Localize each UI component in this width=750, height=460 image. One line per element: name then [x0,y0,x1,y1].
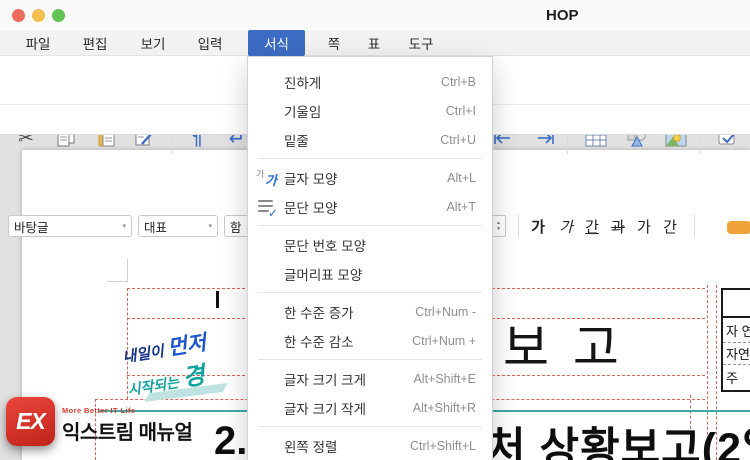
brand-logo-icon: EX [6,397,55,446]
menu-item-label: 왼쪽 정렬 [284,439,338,455]
menu-item-label: 문단 모양 [284,200,338,216]
chevron-down-icon: ▾ [208,223,212,230]
font-size-stepper[interactable]: ▲ ▼ [491,215,506,237]
menu-table[interactable]: 표 [362,30,386,56]
menu-item-label: 글자 모양 [284,171,338,187]
menu-item-shortcut: Alt+L [447,170,476,185]
menu-item-bullet-shape[interactable]: 글머리표 모양 [248,259,492,288]
menu-item-label: 한 수준 증가 [284,305,354,321]
menu-item-shortcut: Alt+T [446,199,476,214]
menu-separator [258,225,482,226]
style-preset-value: 바탕글 [14,220,49,235]
char-shape-icon: 가 가 [256,168,277,188]
menu-item-shortcut: Ctrl+Num - [415,304,476,319]
menu-item-label: 진하게 [284,75,322,91]
zoom-window-button[interactable] [52,9,65,22]
menu-item-label: 글머리표 모양 [284,267,363,283]
font-name-value: 함 [230,220,242,235]
outline-preset-value: 대표 [144,220,168,235]
close-window-button[interactable] [12,9,25,22]
table-row: 주 [726,371,738,386]
para-shape-icon: ✓ [256,196,278,220]
underline-button[interactable]: 간 [580,215,604,237]
menu-item-font-size-down[interactable]: 글자 크기 작게 Alt+Shift+R [248,393,492,422]
menu-item-para-shape[interactable]: ✓ 문단 모양 Alt+T [248,192,492,221]
banner-text: 경 [180,361,207,393]
site-watermark: EX More Better IT Life 익스트림 매뉴얼 [6,397,193,446]
menu-format[interactable]: 서식 [248,30,305,56]
menu-item-label: 문단 번호 모양 [284,238,367,254]
menu-file[interactable]: 파일 [19,30,57,56]
menu-item-italic[interactable]: 기울임 Ctrl+I [248,96,492,125]
margin-corner-mark [127,259,128,282]
minimize-window-button[interactable] [32,9,45,22]
menu-separator [258,359,482,360]
document-side-table[interactable]: 자 연 자연 주 [721,288,750,392]
menu-view[interactable]: 보기 [134,30,172,56]
menu-edit[interactable]: 편집 [76,30,114,56]
menu-item-increase-level[interactable]: 한 수준 증가 Ctrl+Num - [248,297,492,326]
menu-item-decrease-level[interactable]: 한 수준 감소 Ctrl+Num + [248,326,492,355]
document-heading-text: 처 상황보고(2일 [486,425,750,460]
table-row [723,290,750,318]
window-title: HOP [546,7,579,24]
menu-item-align-left[interactable]: 왼쪽 정렬 Ctrl+Shift+L [248,431,492,460]
title-bar: HOP [0,0,750,30]
menu-item-shortcut: Ctrl+U [440,132,476,147]
italic-button[interactable]: 가 [554,215,578,237]
banner-text: 시작되는 [126,373,180,398]
menu-item-bold[interactable]: 진하게 Ctrl+B [248,67,492,96]
strikethrough-button[interactable]: 과 [606,215,630,237]
menu-item-underline[interactable]: 밑줄 Ctrl+U [248,125,492,154]
menu-item-shortcut: Alt+Shift+E [413,371,476,386]
bold-button[interactable]: 가 [526,215,550,237]
menu-item-shortcut: Ctrl+B [440,74,476,89]
char-spacing-button[interactable]: 간 [658,215,682,237]
menu-separator [258,292,482,293]
menu-item-shortcut: Ctrl+Shift+L [409,438,476,453]
menu-separator [258,426,482,427]
menu-item-shortcut: Ctrl+Num + [412,333,476,348]
style-preset-combobox[interactable]: 바탕글 ▾ [8,215,132,237]
menu-item-label: 기울임 [284,104,322,120]
menu-input[interactable]: 입력 [191,30,229,56]
toolbar-separator [518,215,519,237]
outline-preset-combobox[interactable]: 대표 ▾ [138,215,218,237]
table-row: 자 연 [723,318,750,343]
brand-name: 익스트림 매뉴얼 [62,422,193,444]
highlight-color-button[interactable] [727,221,750,234]
menu-item-para-number-shape[interactable]: 문단 번호 모양 [248,230,492,259]
menu-item-label: 글자 크기 작게 [284,401,367,417]
menu-item-label: 글자 크기 크게 [284,372,367,388]
document-title-text: 보 고 [503,320,624,376]
menu-item-label: 한 수준 감소 [284,334,354,350]
margin-corner-mark [107,281,128,282]
chevron-down-icon: ▾ [122,223,126,230]
menu-tools[interactable]: 도구 [402,30,440,56]
menu-item-label: 밑줄 [284,133,309,149]
text-color-button[interactable]: 가 [632,215,656,237]
document-heading-number: 2. [214,419,248,460]
menu-page[interactable]: 쪽 [320,30,348,56]
menu-item-char-shape[interactable]: 가 가 글자 모양 Alt+L [248,163,492,192]
toolbar-separator [694,215,695,237]
spin-down-icon: ▼ [496,226,501,232]
app-window: 내일이 먼저 시작되는 경 보 고 2. 처 상황보고(2일 자 연 자연 주 … [0,0,750,460]
menu-separator [258,158,482,159]
menu-bar: 파일 편집 보기 입력 서식 쪽 표 도구 [0,30,750,56]
menu-item-shortcut: Ctrl+I [445,103,476,118]
menu-item-font-size-up[interactable]: 글자 크기 크게 Alt+Shift+E [248,364,492,393]
format-dropdown-menu: 진하게 Ctrl+B 기울임 Ctrl+I 밑줄 Ctrl+U 가 가 글자 모… [247,56,493,460]
table-row: 자연 [723,343,750,365]
brand-tagline: More Better IT Life [62,406,136,415]
text-cursor [216,291,219,308]
menu-item-shortcut: Alt+Shift+R [412,400,476,415]
